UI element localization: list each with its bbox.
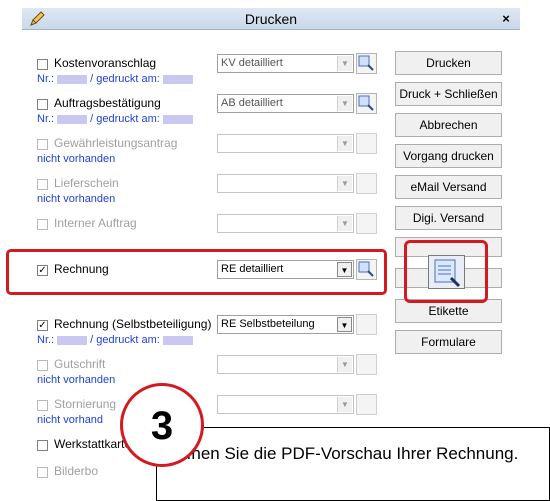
checkbox bbox=[37, 400, 48, 411]
preview-button bbox=[356, 314, 377, 335]
template-select[interactable]: KV detailliert ▼ bbox=[217, 54, 354, 73]
document-row: Interner Auftrag ▼ bbox=[22, 206, 385, 246]
magnifier-icon bbox=[358, 55, 374, 71]
document-label: Gutschrift bbox=[54, 357, 106, 371]
chevron-down-icon: ▼ bbox=[337, 397, 352, 412]
instruction-callout: Öffnen Sie die PDF-Vorschau Ihrer Rechnu… bbox=[156, 427, 550, 501]
document-info: nicht vorhand bbox=[37, 414, 104, 426]
checkbox[interactable] bbox=[37, 440, 48, 451]
document-row: ✓ Rechnung (Selbstbeteiligung) RE Selbst… bbox=[22, 307, 385, 347]
preview-button bbox=[356, 394, 377, 415]
magnifier-icon bbox=[358, 95, 374, 111]
template-select: ▼ bbox=[217, 174, 354, 193]
document-label: Stornierung bbox=[54, 397, 117, 411]
title-bar: Drucken × bbox=[22, 8, 520, 30]
document-label: Rechnung (Selbstbeteiligung) bbox=[54, 317, 212, 331]
document-row: Lieferschein ▼ nicht vorhanden bbox=[22, 166, 385, 206]
callout-text: Öffnen Sie die PDF-Vorschau Ihrer Rechnu… bbox=[169, 444, 519, 463]
document-row: Gutschrift ▼ nicht vorhanden bbox=[22, 347, 385, 387]
document-info: Nr.: / gedruckt am: bbox=[37, 73, 196, 85]
template-select[interactable]: RE Selbstbeteilung ▼ bbox=[217, 315, 354, 334]
preview-button[interactable] bbox=[356, 93, 377, 114]
close-button[interactable]: × bbox=[498, 11, 514, 27]
chevron-down-icon: ▼ bbox=[337, 96, 352, 111]
template-select: ▼ bbox=[217, 214, 354, 233]
pdf-preview-button[interactable] bbox=[428, 255, 465, 289]
chevron-down-icon: ▼ bbox=[337, 317, 352, 332]
document-row: Kostenvoranschlag KV detailliert ▼ Nr.: / … bbox=[22, 46, 385, 86]
magnifier-icon bbox=[434, 259, 461, 288]
checkbox bbox=[37, 219, 48, 230]
checkbox[interactable] bbox=[37, 99, 48, 110]
preview-button bbox=[356, 213, 377, 234]
chevron-down-icon: ▼ bbox=[337, 357, 352, 372]
document-label: Kostenvoranschlag bbox=[54, 56, 157, 70]
document-label: Interner Auftrag bbox=[54, 216, 137, 230]
window-title: Drucken bbox=[244, 11, 298, 27]
template-select: ▼ bbox=[217, 395, 354, 414]
forms-button[interactable]: Formulare bbox=[395, 330, 502, 354]
cancel-button[interactable]: Abbrechen bbox=[395, 113, 502, 137]
document-label: Gewährleistungsantrag bbox=[54, 136, 178, 150]
document-info: Nr.: / gedruckt am: bbox=[37, 334, 196, 346]
digi-send-button[interactable]: Digi. Versand bbox=[395, 206, 502, 230]
checkbox bbox=[37, 467, 48, 478]
print-job-button[interactable]: Vorgang drucken bbox=[395, 144, 502, 168]
template-select: ▼ bbox=[217, 355, 354, 374]
document-info: Nr.: / gedruckt am: bbox=[37, 113, 196, 125]
highlight-frame-row bbox=[6, 249, 387, 295]
checkbox-checked[interactable]: ✓ bbox=[37, 320, 48, 331]
print-button[interactable]: Drucken bbox=[395, 51, 502, 75]
template-select[interactable]: AB detailliert ▼ bbox=[217, 94, 354, 113]
preview-button[interactable] bbox=[356, 53, 377, 74]
document-row: Gewährleistungsantrag ▼ nicht vorhanden bbox=[22, 126, 385, 166]
chevron-down-icon: ▼ bbox=[337, 56, 352, 71]
print-dialog: Drucken × Kostenvoranschlag KV detaillie… bbox=[0, 0, 550, 501]
document-info: nicht vorhanden bbox=[37, 193, 116, 205]
document-label: Auftragsbestätigung bbox=[54, 96, 161, 110]
document-label: Lieferschein bbox=[54, 176, 119, 190]
chevron-down-icon: ▼ bbox=[337, 216, 352, 231]
email-send-button[interactable]: eMail Versand bbox=[395, 175, 502, 199]
chevron-down-icon: ▼ bbox=[337, 176, 352, 191]
template-select: ▼ bbox=[217, 134, 354, 153]
checkbox bbox=[37, 179, 48, 190]
preview-button bbox=[356, 173, 377, 194]
document-label: Bilderbo bbox=[54, 464, 99, 478]
print-close-button[interactable]: Druck + Schließen bbox=[395, 82, 502, 106]
checkbox bbox=[37, 360, 48, 371]
preview-button bbox=[356, 133, 377, 154]
checkbox bbox=[37, 139, 48, 150]
preview-button bbox=[356, 354, 377, 375]
document-info: nicht vorhanden bbox=[37, 153, 116, 165]
chevron-down-icon: ▼ bbox=[337, 136, 352, 151]
checkbox[interactable] bbox=[37, 59, 48, 70]
document-info: nicht vorhanden bbox=[37, 374, 116, 386]
document-label: Werkstattkarte bbox=[54, 437, 132, 451]
document-row: Auftragsbestätigung AB detailliert ▼ Nr.:… bbox=[22, 86, 385, 126]
step-badge: 3 bbox=[120, 383, 204, 467]
